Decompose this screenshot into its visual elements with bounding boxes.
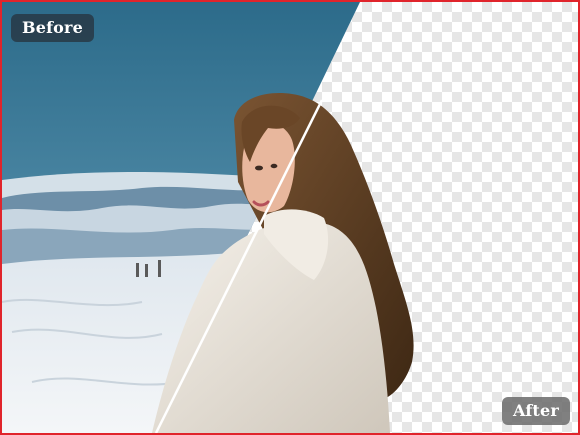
before-after-comparison: Before After	[0, 0, 580, 435]
after-label: After	[501, 397, 570, 425]
before-label: Before	[11, 14, 95, 42]
comparison-image	[2, 2, 578, 433]
